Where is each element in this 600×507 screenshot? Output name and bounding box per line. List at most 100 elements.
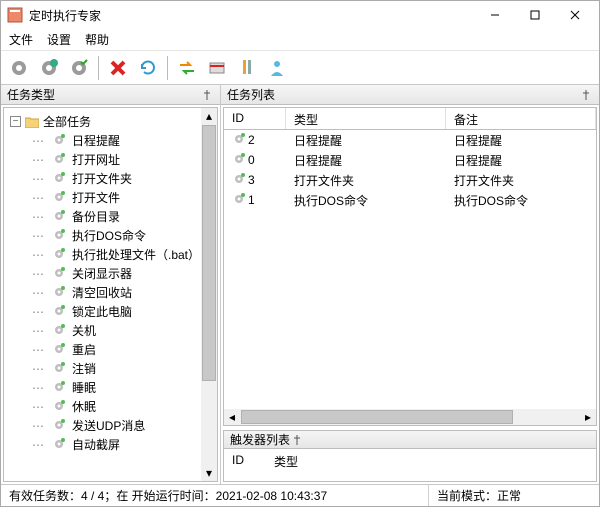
tree-branch-icon: ⋯ [28, 343, 48, 357]
tree-item[interactable]: ⋯ 重启 [6, 340, 215, 359]
trigger-title: 触发器列表 [230, 431, 290, 448]
table-row[interactable]: 1执行DOS命令执行DOS命令 [224, 190, 596, 210]
tree-item[interactable]: ⋯ 打开文件 [6, 188, 215, 207]
tree-item[interactable]: ⋯执行批处理文件（.bat） [6, 245, 215, 264]
task-type-panel: 任务类型 −全部任务⋯日程提醒⋯打开网址⋯打开文件夹⋯打开文件⋯备份目录⋯执行D… [1, 85, 221, 484]
table-row[interactable]: 2日程提醒日程提醒 [224, 130, 596, 150]
row-type: 打开文件夹 [286, 172, 446, 189]
col-type[interactable]: 类型 [286, 108, 446, 129]
tree-item[interactable]: ⋯ 关机 [6, 321, 215, 340]
task-type-icon [52, 285, 68, 301]
pin-icon[interactable] [200, 88, 214, 102]
tree-item-label: 日程提醒 [72, 132, 120, 149]
maximize-button[interactable] [515, 2, 555, 28]
task-type-icon [52, 437, 68, 453]
titlebar: 定时执行专家 [1, 1, 599, 29]
statusbar: 有效任务数：4 / 4；在 开始运行时间：2021-02-08 10:43:37… [1, 484, 599, 506]
tool-delete-icon[interactable] [104, 54, 132, 82]
table-row[interactable]: 3 打开文件夹打开文件夹 [224, 170, 596, 190]
tree-branch-icon: ⋯ [28, 191, 48, 205]
tree-item[interactable]: ⋯睡眠 [6, 378, 215, 397]
minimize-button[interactable] [475, 2, 515, 28]
tree-item[interactable]: ⋯ 打开文件夹 [6, 169, 215, 188]
tree-item[interactable]: ⋯ 清空回收站 [6, 283, 215, 302]
scroll-up-icon[interactable]: ▴ [201, 108, 217, 124]
task-list-header: 任务列表 [221, 85, 599, 105]
menu-file[interactable]: 文件 [9, 31, 33, 48]
tree-item[interactable]: ⋯锁定此电脑 [6, 302, 215, 321]
tree-item-label: 重启 [72, 341, 96, 358]
tool-gear-active-icon[interactable] [35, 54, 63, 82]
tree-item[interactable]: ⋯发送UDP消息 [6, 416, 215, 435]
tree-item[interactable]: ⋯注销 [6, 359, 215, 378]
tree-item-label: 打开网址 [72, 151, 120, 168]
toolbar [1, 51, 599, 85]
task-type-icon [52, 342, 68, 358]
tree-item[interactable]: ⋯打开网址 [6, 150, 215, 169]
tree-item-label: 自动截屏 [72, 436, 120, 453]
row-id: 1 [248, 193, 255, 207]
tree-root[interactable]: − 全部任务 [6, 112, 215, 131]
task-type-icon [52, 190, 68, 206]
tool-tools-icon[interactable] [233, 54, 261, 82]
col-note[interactable]: 备注 [446, 108, 596, 129]
tree-branch-icon: ⋯ [28, 286, 48, 300]
status-right: 当前模式：正常 [429, 485, 599, 506]
tree-item[interactable]: ⋯关闭显示器 [6, 264, 215, 283]
task-type-tree[interactable]: −全部任务⋯日程提醒⋯打开网址⋯打开文件夹⋯打开文件⋯备份目录⋯执行DOS命令⋯… [3, 107, 218, 482]
trigger-col-type[interactable]: 类型 [274, 453, 298, 477]
tree-item[interactable]: ⋯ 备份目录 [6, 207, 215, 226]
scroll-right-icon[interactable]: ▸ [580, 409, 596, 425]
tree-item-label: 备份目录 [72, 208, 120, 225]
tree-item[interactable]: ⋯日程提醒 [6, 131, 215, 150]
scroll-down-icon[interactable]: ▾ [201, 465, 217, 481]
tree-item-label: 打开文件夹 [72, 170, 132, 187]
tool-gear-icon[interactable] [5, 54, 33, 82]
task-list[interactable]: ID 类型 备注 2日程提醒日程提醒0日程提醒日程提醒 3 打开文件夹打开文件夹1执… [223, 107, 597, 426]
table-row[interactable]: 0日程提醒日程提醒 [224, 150, 596, 170]
menu-help[interactable]: 帮助 [85, 31, 109, 48]
tree-item[interactable]: ⋯ 自动截屏 [6, 435, 215, 454]
tree-root-label: 全部任务 [43, 113, 91, 130]
app-window: 定时执行专家 文件 设置 帮助 任务类型 [0, 0, 600, 507]
trigger-col-id[interactable]: ID [232, 453, 244, 477]
row-icon [232, 172, 246, 189]
task-type-icon [52, 152, 68, 168]
window-title: 定时执行专家 [29, 7, 475, 24]
tool-swap-icon[interactable] [173, 54, 201, 82]
tree-item-label: 清空回收站 [72, 284, 132, 301]
row-id: 3 [248, 173, 255, 187]
tool-refresh-icon[interactable] [134, 54, 162, 82]
tree-item-label: 打开文件 [72, 189, 120, 206]
row-note: 打开文件夹 [446, 172, 596, 189]
status-left: 有效任务数：4 / 4；在 开始运行时间：2021-02-08 10:43:37 [1, 485, 429, 506]
tool-gear-check-icon[interactable] [65, 54, 93, 82]
tree-branch-icon: ⋯ [28, 210, 48, 224]
tree-branch-icon: ⋯ [28, 324, 48, 338]
tool-user-icon[interactable] [263, 54, 291, 82]
tree-item[interactable]: ⋯执行DOS命令 [6, 226, 215, 245]
tool-panel-icon[interactable] [203, 54, 231, 82]
tree-branch-icon: ⋯ [28, 438, 48, 452]
tree-branch-icon: ⋯ [28, 362, 48, 376]
app-icon [7, 7, 23, 23]
tree-item-label: 关闭显示器 [72, 265, 132, 282]
tree-scrollbar[interactable]: ▴ ▾ [201, 108, 217, 481]
tree-item-label: 关机 [72, 322, 96, 339]
row-id: 2 [248, 133, 255, 147]
pin-icon[interactable] [290, 433, 304, 447]
scroll-left-icon[interactable]: ◂ [224, 409, 240, 425]
menu-settings[interactable]: 设置 [47, 31, 71, 48]
col-id[interactable]: ID [224, 108, 286, 129]
task-type-icon [52, 323, 68, 339]
pin-icon[interactable] [579, 88, 593, 102]
tree-item-label: 发送UDP消息 [72, 417, 145, 434]
collapse-icon[interactable]: − [10, 116, 21, 127]
trigger-list: 触发器列表 ID 类型 [223, 430, 597, 482]
tree-branch-icon: ⋯ [28, 172, 48, 186]
task-type-icon [52, 171, 68, 187]
tree-branch-icon: ⋯ [28, 248, 48, 262]
close-button[interactable] [555, 2, 595, 28]
tree-item[interactable]: ⋯休眠 [6, 397, 215, 416]
list-hscroll[interactable]: ◂ ▸ [224, 409, 596, 425]
